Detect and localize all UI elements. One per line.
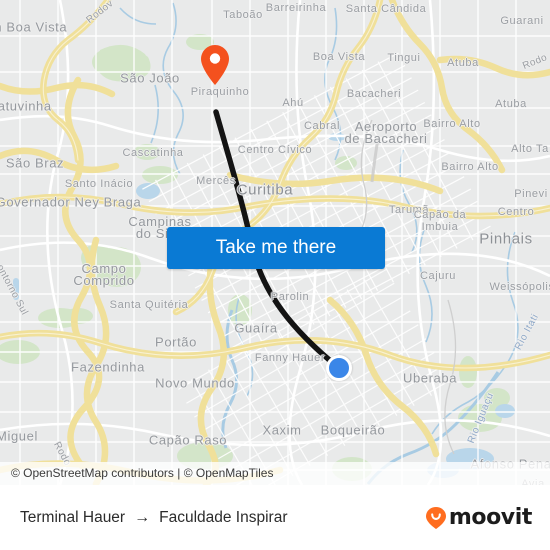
map-pin-icon [201, 45, 229, 85]
route-summary: Terminal Hauer → Faculdade Inspirar [20, 509, 287, 527]
moovit-wordmark: moovit [448, 505, 533, 530]
destination-marker-dot[interactable] [326, 355, 352, 381]
arrow-right-icon: → [134, 508, 151, 526]
moovit-route-screenshot: Rodov Taboão Barreirinha Santa Cândida Guara… [0, 0, 550, 550]
origin-marker-pin[interactable] [201, 45, 229, 85]
route-destination-label: Faculdade Inspirar [159, 508, 288, 526]
take-me-there-button[interactable]: Take me there [167, 227, 385, 269]
map-attribution[interactable]: © OpenStreetMap contributors | © OpenMap… [0, 462, 550, 485]
moovit-logo[interactable]: moovit [425, 505, 532, 530]
footer-bar: Terminal Hauer → Faculdade Inspirar moov… [0, 485, 550, 550]
route-origin-label: Terminal Hauer [20, 508, 126, 526]
moovit-pin-icon [425, 506, 446, 529]
map-canvas[interactable]: Rodov Taboão Barreirinha Santa Cândida Guara… [0, 0, 550, 485]
